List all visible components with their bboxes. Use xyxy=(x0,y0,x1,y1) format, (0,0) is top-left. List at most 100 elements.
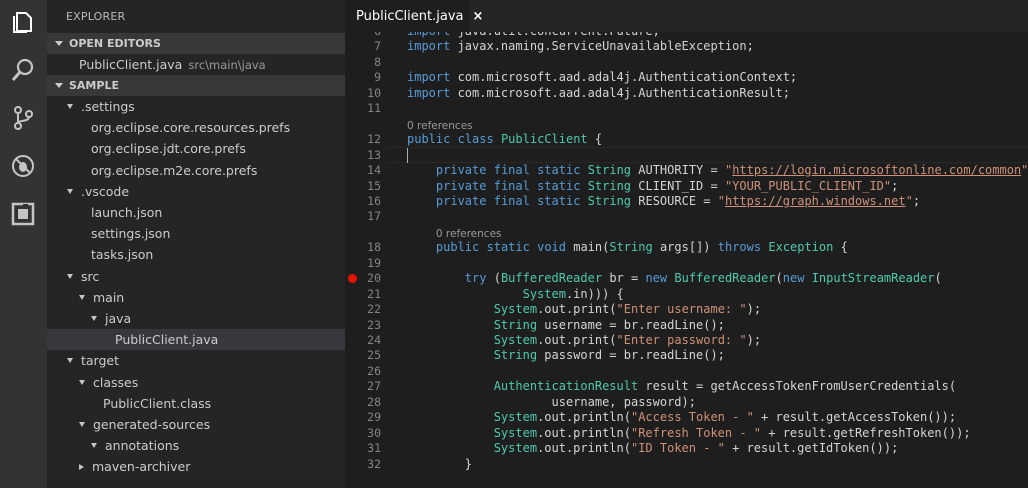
line-number: 15 xyxy=(367,178,381,193)
debug-icon[interactable] xyxy=(10,153,36,179)
code-token: .out.println( xyxy=(537,425,631,440)
tree-item[interactable]: maven-archiver xyxy=(47,456,345,477)
code-line: 22 System.out.print("Enter username: "); xyxy=(345,302,1028,318)
code-token: .out.println( xyxy=(537,410,631,425)
search-icon[interactable] xyxy=(10,57,36,83)
code-line: 6 import java.util.concurrent.Future; xyxy=(345,32,1028,40)
line-number: 10 xyxy=(367,85,381,100)
tree-item[interactable]: java xyxy=(47,308,345,329)
tab-publicclient-java[interactable]: PublicClient.java × xyxy=(345,0,483,32)
extensions-icon[interactable] xyxy=(10,201,36,227)
tab-label: PublicClient.java xyxy=(356,8,464,24)
line-number: 11 xyxy=(367,101,381,116)
chevron-down-icon xyxy=(67,104,73,109)
open-editors-header[interactable]: OPEN EDITORS xyxy=(47,33,345,54)
code-token: javax.naming.ServiceUnavailableException… xyxy=(450,39,754,54)
line-number: 27 xyxy=(367,379,381,394)
code-token: + result.getRefreshToken()); xyxy=(761,425,971,440)
code-token: " xyxy=(905,193,913,208)
tree-item-label: target xyxy=(81,353,120,369)
tree-item[interactable]: tasks.json xyxy=(47,244,345,265)
code-token: br = xyxy=(602,271,646,286)
tree-item[interactable]: org.eclipse.jdt.core.prefs xyxy=(47,138,345,159)
tree-item-label: tasks.json xyxy=(91,247,154,263)
line-number: 16 xyxy=(367,193,381,208)
code-token: System xyxy=(493,410,538,425)
tree-item[interactable]: settings.json xyxy=(47,223,345,244)
chevron-down-icon xyxy=(67,273,73,279)
line-number: 7 xyxy=(374,39,381,54)
code-token: throws xyxy=(717,240,762,255)
code-token: ( xyxy=(486,271,501,286)
tree-item-label: org.eclipse.jdt.core.prefs xyxy=(91,141,246,157)
code-token: new xyxy=(782,271,805,286)
code-token: public xyxy=(435,240,480,255)
code-editor[interactable]: 6 import java.util.concurrent.Future; 7 imp… xyxy=(345,32,1028,488)
code-token: System xyxy=(493,425,538,440)
code-line: 31 System.out.println("ID Token - " + re… xyxy=(345,441,1028,457)
code-token: ( xyxy=(934,271,942,286)
code-token: .out.print( xyxy=(537,302,617,317)
code-token: RESOURCE = xyxy=(631,193,718,208)
code-text: System.out.print("Enter password: "); xyxy=(407,333,761,347)
code-text: AuthenticationResult result = getAccessT… xyxy=(407,379,956,393)
codelens-references[interactable]: 0 references xyxy=(407,120,473,132)
code-token: ); xyxy=(746,302,762,317)
code-token: "YOUR_PUBLIC_CLIENT_ID" xyxy=(724,178,892,193)
tree-item[interactable]: main xyxy=(47,287,345,308)
code-token: username = br.readLine(); xyxy=(537,317,725,332)
tree-item[interactable]: launch.json xyxy=(47,202,345,223)
close-icon[interactable]: × xyxy=(472,9,483,24)
code-text: import java.util.concurrent.Future; xyxy=(407,32,660,38)
tree-item[interactable]: annotations xyxy=(47,435,345,456)
code-text: try (BufferedReader br = new BufferedRea… xyxy=(407,271,942,285)
workspace-header[interactable]: SAMPLE xyxy=(47,75,345,96)
line-number: 13 xyxy=(367,147,381,162)
chevron-down-icon xyxy=(67,358,73,364)
code-text: System.in))) { xyxy=(407,287,624,301)
code-token: private xyxy=(435,193,487,208)
open-editor-path: src\main\java xyxy=(188,57,266,72)
code-token: import xyxy=(407,70,451,85)
tree-item[interactable]: src xyxy=(47,266,345,287)
chevron-down-icon xyxy=(67,188,73,194)
tree-item[interactable]: .settings xyxy=(47,96,345,117)
line-number: 18 xyxy=(367,240,381,255)
line-number: 26 xyxy=(367,363,381,378)
tree-item[interactable]: PublicClient.java xyxy=(47,329,345,351)
source-control-icon[interactable] xyxy=(10,105,36,131)
tree-item[interactable]: target xyxy=(47,350,345,371)
tree-item[interactable]: org.eclipse.core.resources.prefs xyxy=(47,117,345,138)
code-token: PublicClient xyxy=(500,132,588,147)
code-line: 25 String password = br.readLine(); xyxy=(345,348,1028,364)
line-number: 22 xyxy=(367,302,381,317)
open-editor-item[interactable]: PublicClient.java src\main\java xyxy=(47,54,345,75)
tree-item[interactable]: classes xyxy=(47,372,345,393)
code-text: private final static String CLIENT_ID = … xyxy=(407,179,898,193)
codelens-references[interactable]: 0 references xyxy=(436,228,502,240)
tree-item[interactable]: .vscode xyxy=(47,181,345,202)
code-text: public class PublicClient { xyxy=(407,132,602,146)
chevron-down-icon xyxy=(91,443,97,449)
code-token: https://login.microsoftonline.com/common xyxy=(732,163,1022,178)
tree-item[interactable]: org.eclipse.m2e.core.prefs xyxy=(47,160,345,181)
chevron-down-icon xyxy=(79,294,85,300)
tab-bar: PublicClient.java × xyxy=(345,0,1028,32)
tree-item[interactable]: generated-sources xyxy=(47,414,345,435)
code-text: import com.microsoft.aad.adal4j.Authenti… xyxy=(407,70,797,84)
code-text: private final static String RESOURCE = "… xyxy=(407,194,920,208)
tree-item[interactable]: PublicClient.class xyxy=(47,393,345,414)
code-token: com.microsoft.aad.adal4j.AuthenticationC… xyxy=(450,70,798,85)
open-editors-label: OPEN EDITORS xyxy=(69,37,161,50)
code-token: String xyxy=(587,193,632,208)
files-icon[interactable] xyxy=(10,9,36,35)
code-token: .out.print( xyxy=(537,333,617,347)
code-text: System.out.println("ID Token - " + resul… xyxy=(407,441,899,455)
